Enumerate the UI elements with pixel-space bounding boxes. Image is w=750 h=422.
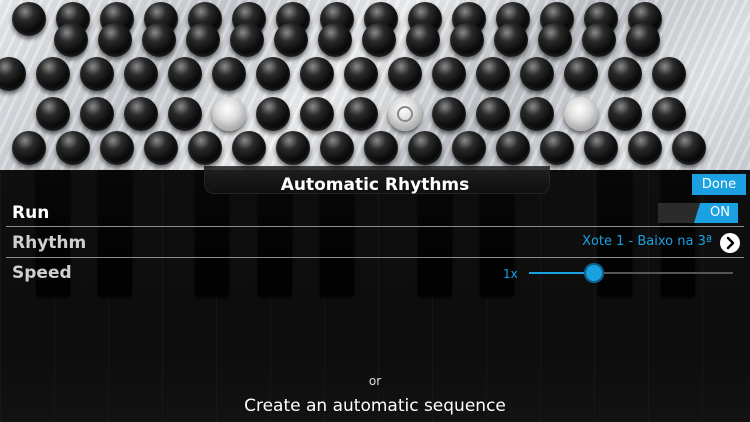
bass-button[interactable] [538,23,572,57]
accordion-bass-panel [0,0,750,170]
bass-button[interactable] [124,97,158,131]
bass-button[interactable] [256,57,290,91]
divider [6,226,744,227]
bass-button[interactable] [452,131,486,165]
bass-button[interactable] [168,97,202,131]
bass-button[interactable] [608,57,642,91]
toggle-on-label: ON [694,203,738,223]
bass-button[interactable] [54,23,88,57]
bass-button[interactable] [274,23,308,57]
run-toggle[interactable]: ON [658,203,738,223]
bass-button[interactable] [388,57,422,91]
bass-button[interactable] [626,23,660,57]
bass-button[interactable] [212,57,246,91]
bass-button[interactable] [406,23,440,57]
bass-button[interactable] [320,131,354,165]
bass-button[interactable] [300,97,334,131]
bass-button[interactable] [476,97,510,131]
bass-button[interactable] [12,131,46,165]
speed-slider[interactable] [529,263,733,283]
bass-button[interactable] [230,23,264,57]
rhythm-label: Rhythm [12,233,87,253]
bass-button[interactable] [212,97,246,131]
bass-button[interactable] [344,57,378,91]
bass-button[interactable] [256,97,290,131]
create-sequence-button[interactable]: Create an automatic sequence [0,396,750,416]
bass-button[interactable] [652,57,686,91]
rhythm-value[interactable]: Xote 1 - Baixo na 3ª [582,234,712,249]
bass-button[interactable] [520,57,554,91]
bass-button[interactable] [36,57,70,91]
or-label: or [368,374,382,388]
bass-button[interactable] [144,131,178,165]
bass-button[interactable] [476,57,510,91]
speed-value: 1x [503,267,518,281]
bass-button[interactable] [608,97,642,131]
bass-button[interactable] [80,57,114,91]
bass-button[interactable] [362,23,396,57]
bass-button[interactable] [232,131,266,165]
bass-button[interactable] [98,23,132,57]
toggle-track [658,203,700,223]
bass-button[interactable] [276,131,310,165]
divider [6,257,744,258]
done-button[interactable]: Done [692,174,746,195]
bass-button[interactable] [36,97,70,131]
dialog-title: Automatic Rhythms [280,175,470,195]
bass-button[interactable] [652,97,686,131]
bass-button[interactable] [344,97,378,131]
bass-button[interactable] [540,131,574,165]
bass-button[interactable] [318,23,352,57]
bass-button[interactable] [56,131,90,165]
bass-button[interactable] [364,131,398,165]
bass-button[interactable] [142,23,176,57]
bass-button[interactable] [582,23,616,57]
bass-button[interactable] [628,131,662,165]
bass-button[interactable] [432,57,466,91]
bass-button[interactable] [408,131,442,165]
bass-button[interactable] [186,23,220,57]
bass-button[interactable] [564,57,598,91]
bass-button[interactable] [672,131,706,165]
bass-button[interactable] [432,97,466,131]
bass-button[interactable] [12,2,46,36]
bass-button[interactable] [520,97,554,131]
bass-button[interactable] [564,97,598,131]
bass-button[interactable] [80,97,114,131]
bass-button[interactable] [494,23,528,57]
app-screen: Automatic Rhythms Done Run ON Rhythm Xot… [0,0,750,422]
run-label: Run [12,203,50,223]
bass-button[interactable] [450,23,484,57]
bass-button[interactable] [496,131,530,165]
bass-button[interactable] [100,131,134,165]
bass-button[interactable] [584,131,618,165]
bass-button[interactable] [300,57,334,91]
bass-button[interactable] [0,57,26,91]
bass-button[interactable] [188,131,222,165]
bass-button[interactable] [388,97,422,131]
slider-thumb[interactable] [584,263,604,283]
chevron-right-icon[interactable] [720,233,740,253]
speed-label: Speed [12,263,72,283]
bass-button[interactable] [124,57,158,91]
bass-button[interactable] [168,57,202,91]
